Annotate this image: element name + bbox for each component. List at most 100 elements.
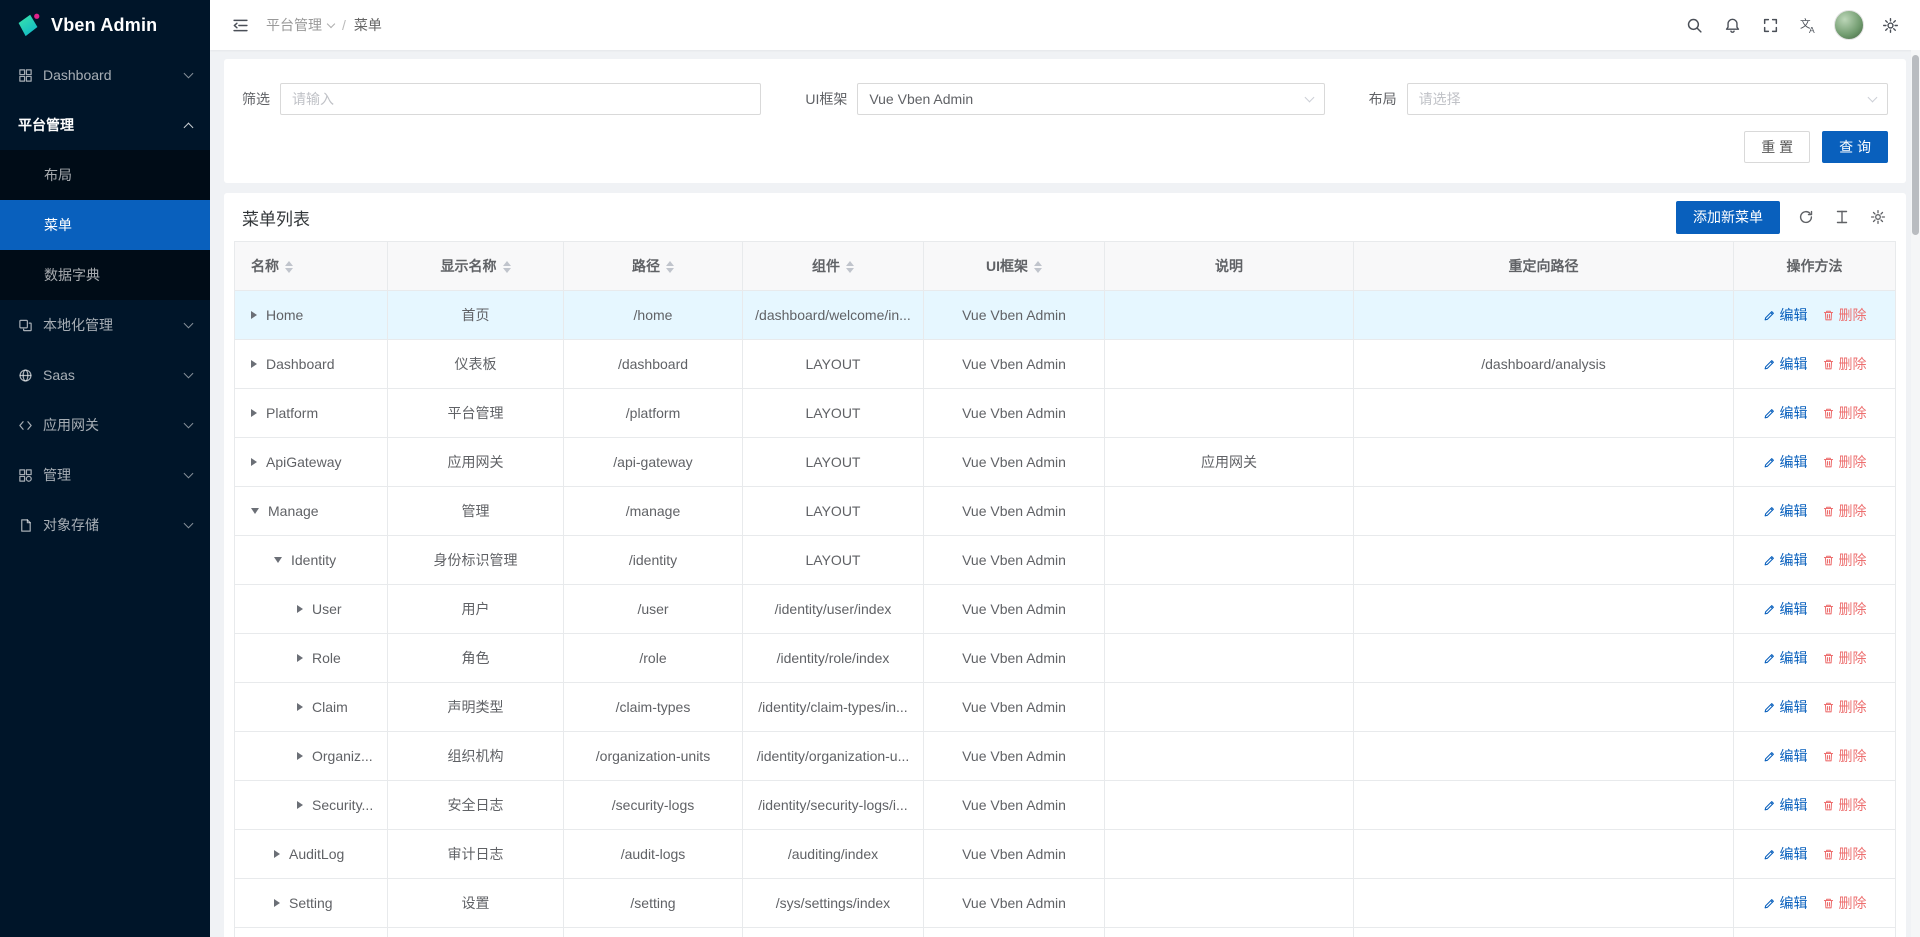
sort-icon[interactable] — [503, 261, 511, 273]
cell-ui-framework: Vue Vben Admin — [924, 340, 1105, 389]
edit-button[interactable]: 编辑 — [1763, 599, 1808, 619]
menu-fold-icon[interactable] — [228, 13, 252, 37]
expand-row-icon[interactable] — [251, 311, 257, 319]
sidebar-item-saas[interactable]: Saas — [0, 350, 210, 400]
edit-button[interactable]: 编辑 — [1763, 305, 1808, 325]
scrollbar-thumb[interactable] — [1912, 55, 1919, 235]
expand-row-icon[interactable] — [251, 360, 257, 368]
reset-button[interactable]: 重 置 — [1744, 131, 1810, 163]
table-row — [235, 928, 1896, 937]
sidebar-item-menu[interactable]: 菜单 — [0, 200, 210, 250]
delete-button[interactable]: 删除 — [1822, 354, 1867, 374]
trash-icon — [1822, 701, 1835, 714]
breadcrumb-parent[interactable]: 平台管理 — [266, 15, 334, 35]
sidebar-item-localization[interactable]: 本地化管理 — [0, 300, 210, 350]
sidebar-item-dashboard[interactable]: Dashboard — [0, 50, 210, 100]
delete-button[interactable]: 删除 — [1822, 697, 1867, 717]
expand-row-icon[interactable] — [274, 899, 280, 907]
table-settings-gear-icon[interactable] — [1868, 207, 1888, 227]
delete-button[interactable]: 删除 — [1822, 746, 1867, 766]
edit-button[interactable]: 编辑 — [1763, 795, 1808, 815]
column-header-name[interactable]: 名称 — [235, 242, 388, 291]
cell-path: /claim-types — [564, 683, 743, 732]
chevron-down-icon — [184, 519, 194, 529]
expand-row-icon[interactable] — [297, 801, 303, 809]
delete-button[interactable]: 删除 — [1822, 550, 1867, 570]
collapse-row-icon[interactable] — [251, 508, 259, 514]
breadcrumb-current: 菜单 — [354, 15, 382, 35]
expand-row-icon[interactable] — [297, 752, 303, 760]
cell-ui-framework: Vue Vben Admin — [924, 291, 1105, 340]
sort-icon[interactable] — [285, 261, 293, 273]
sidebar-item-layout[interactable]: 布局 — [0, 150, 210, 200]
pencil-icon — [1763, 554, 1776, 567]
sidebar-item-data-dictionary[interactable]: 数据字典 — [0, 250, 210, 300]
expand-row-icon[interactable] — [274, 850, 280, 858]
row-height-icon[interactable] — [1832, 207, 1852, 227]
cell-redirect-path — [1354, 732, 1734, 781]
edit-button[interactable]: 编辑 — [1763, 844, 1808, 864]
column-header-display-name[interactable]: 显示名称 — [388, 242, 564, 291]
search-icon[interactable] — [1682, 13, 1706, 37]
layout-label: 布局 — [1369, 89, 1397, 109]
column-header-ui-framework[interactable]: UI框架 — [924, 242, 1105, 291]
row-name-text: User — [312, 601, 342, 617]
delete-button[interactable]: 删除 — [1822, 501, 1867, 521]
query-button[interactable]: 查 询 — [1822, 131, 1888, 163]
ui-framework-select[interactable]: Vue Vben Admin — [857, 83, 1324, 115]
sort-icon[interactable] — [846, 261, 854, 273]
add-menu-button[interactable]: 添加新菜单 — [1676, 201, 1780, 234]
row-name-text: Security... — [312, 797, 373, 813]
cell-operations: 编辑删除 — [1734, 683, 1896, 732]
sidebar-item-manage[interactable]: 管理 — [0, 450, 210, 500]
delete-button[interactable]: 删除 — [1822, 795, 1867, 815]
expand-row-icon[interactable] — [297, 703, 303, 711]
delete-label: 删除 — [1839, 354, 1867, 374]
edit-button[interactable]: 编辑 — [1763, 354, 1808, 374]
delete-button[interactable]: 删除 — [1822, 844, 1867, 864]
notification-bell-icon[interactable] — [1720, 13, 1744, 37]
cell-display-name: 应用网关 — [388, 438, 564, 487]
delete-button[interactable]: 删除 — [1822, 893, 1867, 913]
scrollbar-track[interactable] — [1911, 50, 1920, 937]
edit-button[interactable]: 编辑 — [1763, 746, 1808, 766]
sidebar-item-object-storage[interactable]: 对象存储 — [0, 500, 210, 550]
delete-button[interactable]: 删除 — [1822, 648, 1867, 668]
cell-description — [1105, 389, 1354, 438]
edit-button[interactable]: 编辑 — [1763, 452, 1808, 472]
cell-component: LAYOUT — [743, 389, 924, 438]
filter-input[interactable] — [280, 83, 761, 115]
sort-icon[interactable] — [1034, 261, 1042, 273]
settings-gear-icon[interactable] — [1878, 13, 1902, 37]
delete-button[interactable]: 删除 — [1822, 599, 1867, 619]
app-logo[interactable]: Vben Admin — [0, 0, 210, 50]
avatar[interactable] — [1834, 10, 1864, 40]
sidebar-item-api-gateway[interactable]: 应用网关 — [0, 400, 210, 450]
expand-row-icon[interactable] — [297, 654, 303, 662]
edit-button[interactable]: 编辑 — [1763, 501, 1808, 521]
delete-button[interactable]: 删除 — [1822, 403, 1867, 423]
delete-button[interactable]: 删除 — [1822, 452, 1867, 472]
translate-icon[interactable]: 文 A — [1796, 13, 1820, 37]
svg-text:A: A — [1809, 24, 1815, 33]
edit-button[interactable]: 编辑 — [1763, 697, 1808, 717]
column-header-component[interactable]: 组件 — [743, 242, 924, 291]
delete-button[interactable]: 删除 — [1822, 305, 1867, 325]
dashboard-icon — [18, 68, 33, 83]
layout-select[interactable]: 请选择 — [1407, 83, 1888, 115]
expand-row-icon[interactable] — [251, 458, 257, 466]
sidebar-item-platform-management[interactable]: 平台管理 — [0, 100, 210, 150]
expand-row-icon[interactable] — [297, 605, 303, 613]
edit-button[interactable]: 编辑 — [1763, 403, 1808, 423]
cell-name: Manage — [235, 487, 388, 536]
sort-icon[interactable] — [666, 261, 674, 273]
column-header-path[interactable]: 路径 — [564, 242, 743, 291]
edit-button[interactable]: 编辑 — [1763, 648, 1808, 668]
edit-button[interactable]: 编辑 — [1763, 550, 1808, 570]
refresh-icon[interactable] — [1796, 207, 1816, 227]
expand-row-icon[interactable] — [251, 409, 257, 417]
edit-button[interactable]: 编辑 — [1763, 893, 1808, 913]
chevron-down-icon — [184, 469, 194, 479]
collapse-row-icon[interactable] — [274, 557, 282, 563]
fullscreen-icon[interactable] — [1758, 13, 1782, 37]
